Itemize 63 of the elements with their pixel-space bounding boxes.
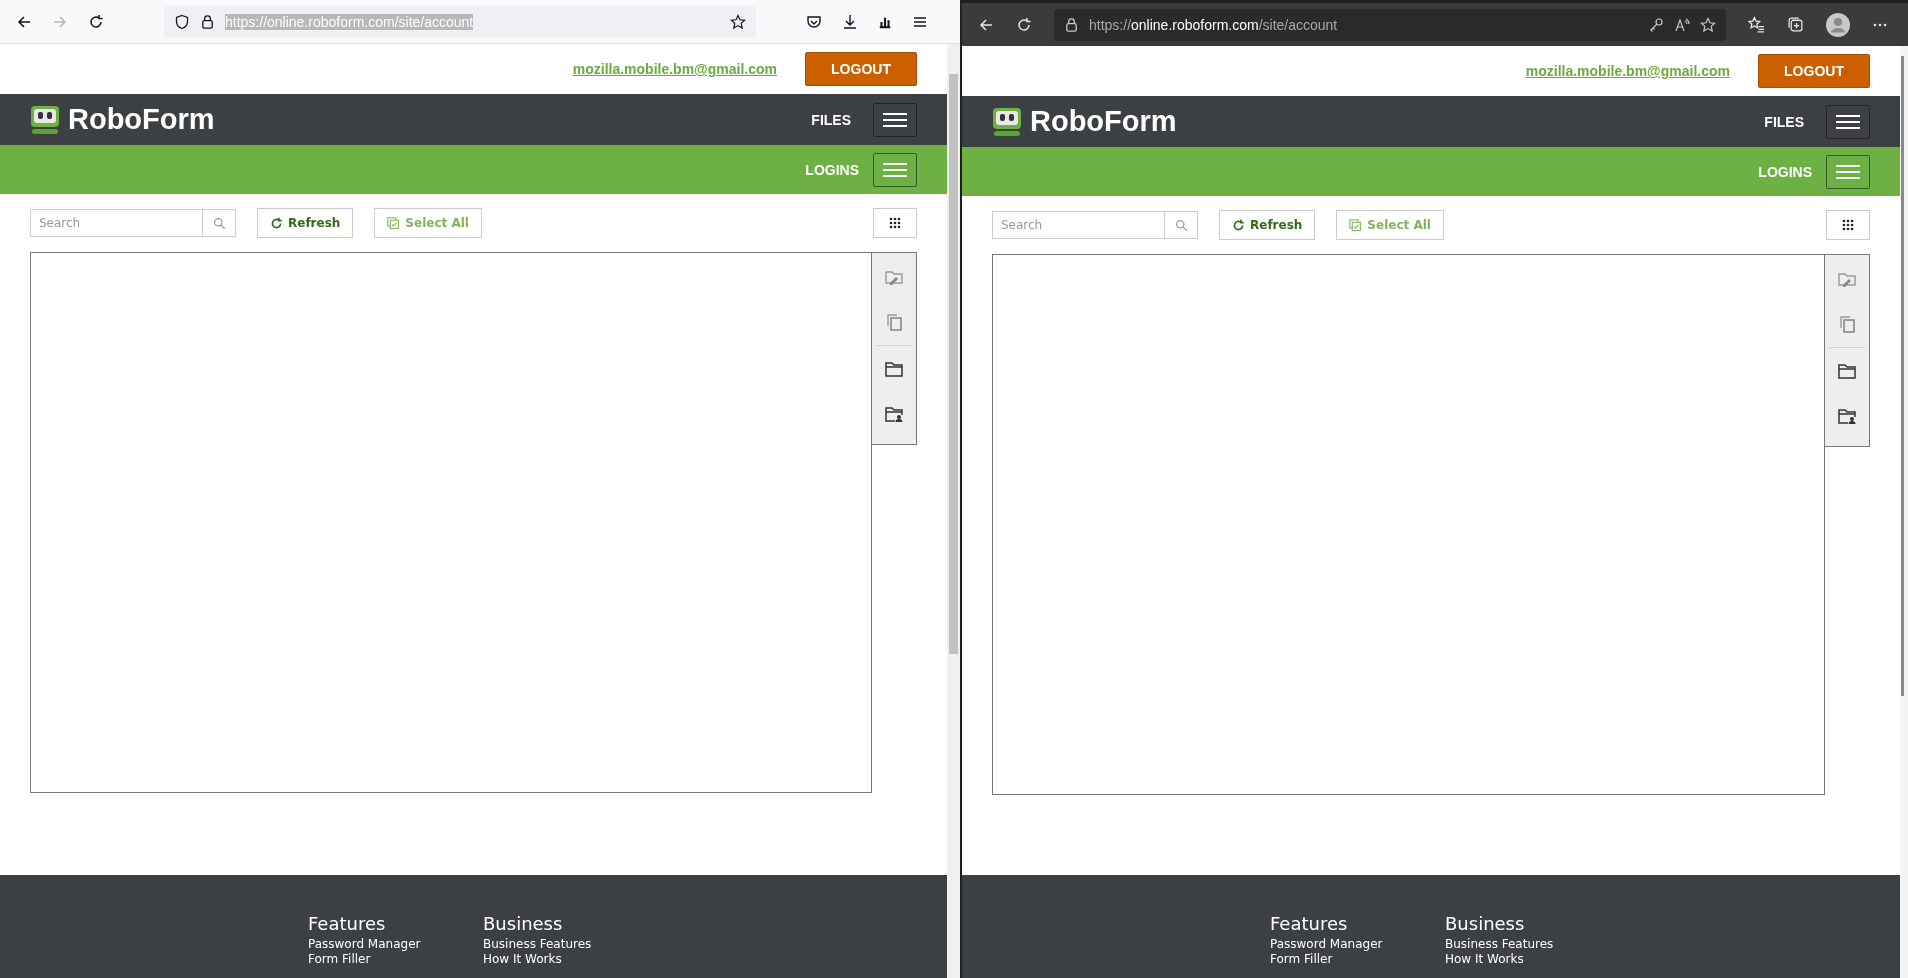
footer-link[interactable]: Form Filler <box>308 952 371 967</box>
robot-face-icon[interactable] <box>30 104 60 135</box>
footer-link[interactable]: How It Works <box>483 952 562 967</box>
favorites-icon[interactable] <box>1748 16 1765 33</box>
files-label[interactable]: FILES <box>811 111 851 128</box>
menu-button[interactable] <box>873 152 917 187</box>
menu-button[interactable] <box>873 102 917 137</box>
back-icon[interactable] <box>978 16 994 33</box>
robot-face-icon[interactable] <box>992 106 1022 137</box>
footer-heading: Business <box>483 913 563 935</box>
key-icon[interactable] <box>1648 16 1664 33</box>
search-field[interactable]: Search <box>30 209 236 237</box>
select-all-icon <box>387 216 401 230</box>
footer-link[interactable]: Password Manager <box>1270 937 1383 952</box>
read-aloud-icon[interactable] <box>1674 16 1690 33</box>
view-options-button[interactable] <box>1826 210 1870 240</box>
menu-icon <box>1836 163 1860 180</box>
lock-icon[interactable] <box>200 14 215 29</box>
footer-link[interactable]: How It Works <box>1445 952 1524 967</box>
url-text[interactable]: https://online.roboform.com/site/account <box>1089 16 1338 33</box>
menu-button[interactable] <box>1826 154 1870 189</box>
view-options-button[interactable] <box>873 208 917 238</box>
collections-icon[interactable] <box>1787 16 1804 33</box>
menu-icon <box>883 111 907 128</box>
footer-link[interactable]: Form Filler <box>1270 952 1333 967</box>
footer-heading: Features <box>1270 913 1348 935</box>
shared-folder-icon[interactable] <box>884 404 904 424</box>
footer-link[interactable]: Password Manager <box>308 937 421 952</box>
search-icon[interactable] <box>212 216 226 230</box>
footer-link[interactable]: Business Features <box>483 937 592 952</box>
refresh-icon <box>1232 218 1245 232</box>
menu-icon <box>883 161 907 178</box>
footer-link[interactable]: Business Features <box>1445 937 1554 952</box>
menu-button[interactable] <box>1826 104 1870 139</box>
back-icon[interactable] <box>16 13 32 30</box>
pocket-icon[interactable] <box>806 13 822 30</box>
logo-text[interactable]: RoboForm <box>68 103 215 136</box>
grid-icon <box>1842 219 1854 231</box>
profile-avatar-icon[interactable] <box>1826 12 1850 37</box>
star-icon[interactable] <box>730 13 746 30</box>
refresh-button[interactable]: Refresh <box>257 208 354 238</box>
lock-icon[interactable] <box>1064 17 1079 32</box>
address-bar[interactable]: https://online.roboform.com/site/account <box>1054 8 1726 41</box>
grid-icon <box>889 217 901 229</box>
shared-folder-icon[interactable] <box>1837 406 1857 426</box>
reload-icon[interactable] <box>88 13 104 30</box>
logout-button[interactable]: LOGOUT <box>1758 54 1870 88</box>
footer-heading: Business <box>1445 913 1525 935</box>
reload-icon[interactable] <box>1016 16 1032 33</box>
refresh-button[interactable]: Refresh <box>1219 210 1316 240</box>
logo-text[interactable]: RoboForm <box>1030 105 1177 138</box>
menu-icon <box>1836 113 1860 130</box>
refresh-icon <box>270 216 283 230</box>
search-field[interactable]: Search <box>992 211 1198 239</box>
download-icon[interactable] <box>842 13 858 30</box>
footer-heading: Features <box>308 913 386 935</box>
shield-icon[interactable] <box>174 13 190 30</box>
folder-icon[interactable] <box>884 359 904 379</box>
files-label[interactable]: FILES <box>1764 113 1804 130</box>
logout-button[interactable]: LOGOUT <box>805 52 917 86</box>
select-all-icon <box>1349 218 1363 232</box>
search-icon[interactable] <box>1174 218 1188 232</box>
folder-icon[interactable] <box>1837 361 1857 381</box>
